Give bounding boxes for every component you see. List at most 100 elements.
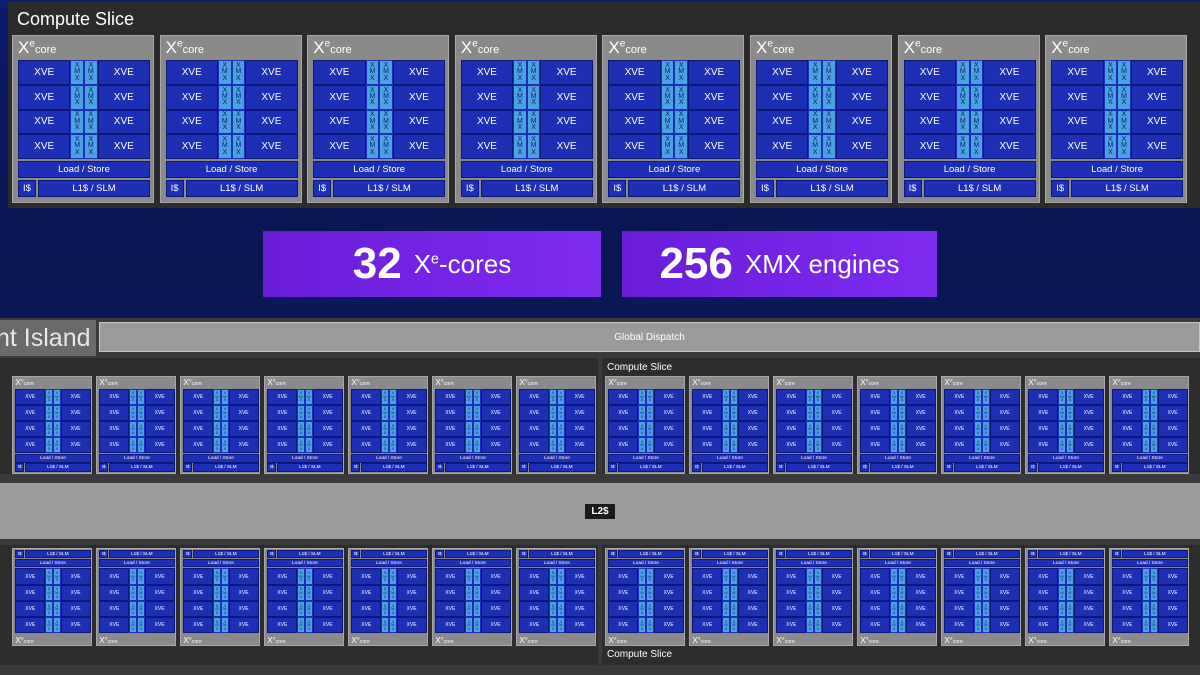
xmx-engine: XMX bbox=[660, 60, 675, 85]
xmx-engine: XMX bbox=[52, 437, 61, 454]
xmx-engine: XMX bbox=[217, 109, 232, 135]
xmx-engine: XMX bbox=[465, 437, 473, 454]
xmx-engine: XMX bbox=[638, 617, 646, 634]
xmx-engine: XMX bbox=[365, 109, 380, 135]
xmx-engine: XMX bbox=[660, 134, 675, 159]
xmx-engine: XMX bbox=[136, 437, 145, 454]
xve-xmx-grid: XVE X M X X M X XVE XVE X M X X M X XVE XVE X M X X M X XVE XVE X… bbox=[351, 568, 427, 634]
xve-unit: XVE bbox=[905, 437, 936, 454]
load-store-unit: Load / Store bbox=[267, 559, 343, 568]
xve-unit: XVE bbox=[183, 568, 214, 585]
xmx-engine: XMX bbox=[955, 134, 970, 159]
load-store-unit: Load / Store bbox=[99, 559, 175, 568]
xve-unit: XVE bbox=[245, 134, 298, 159]
xmx-engine: XMX bbox=[297, 437, 305, 454]
xve-unit: XVE bbox=[97, 134, 150, 159]
xmx-engine: XMX bbox=[129, 600, 137, 618]
load-store-unit: Load / Store bbox=[351, 454, 427, 463]
xve-unit: XVE bbox=[776, 388, 807, 405]
xmx-engine: XMX bbox=[813, 388, 822, 405]
l1-cache-slm: L1$ / SLM bbox=[870, 463, 936, 472]
xve-xmx-grid: XVE X M X X M X XVE XVE X M X X M X XVE XVE X M X X M X XVE XVE X… bbox=[435, 388, 511, 454]
xmx-engine: XMX bbox=[974, 388, 982, 405]
instruction-cache: I$ bbox=[776, 550, 786, 559]
xmx-engine: XMX bbox=[472, 437, 481, 454]
xve-unit: XVE bbox=[228, 404, 259, 421]
xe-core-label: Xecore bbox=[435, 377, 454, 387]
xmx-engine: XMX bbox=[513, 134, 527, 159]
xmx-engine: XMX bbox=[890, 404, 898, 421]
xve-unit: XVE bbox=[1028, 404, 1059, 421]
xmx-engine: XMX bbox=[1103, 84, 1118, 110]
xmx-engine: XMX bbox=[465, 388, 473, 405]
l1-cache-slm: L1$ / SLM bbox=[1122, 550, 1188, 559]
xmx-engine: XMX bbox=[472, 568, 481, 585]
xve-unit: XVE bbox=[1130, 134, 1184, 159]
load-store-unit: Load / Store bbox=[944, 559, 1020, 568]
xmx-engine: XMX bbox=[1103, 109, 1118, 135]
xve-unit: XVE bbox=[144, 420, 175, 438]
instruction-cache: I$ bbox=[608, 550, 618, 559]
xve-unit: XVE bbox=[60, 437, 91, 454]
xmx-engine: XMX bbox=[526, 109, 541, 135]
xve-unit: XVE bbox=[835, 134, 888, 159]
xve-unit: XVE bbox=[312, 437, 343, 454]
xve-unit: XVE bbox=[165, 84, 218, 110]
xve-unit: XVE bbox=[99, 388, 130, 405]
xve-unit: XVE bbox=[480, 404, 511, 421]
xve-unit: XVE bbox=[564, 404, 595, 421]
xve-unit: XVE bbox=[396, 600, 427, 618]
xve-unit: XVE bbox=[688, 109, 741, 135]
xve-unit: XVE bbox=[165, 109, 218, 135]
xmx-engine: XMX bbox=[645, 388, 654, 405]
xve-xmx-grid: XVE X M X X M X XVE XVE X M X X M X XVE XVE X M X X M X XVE XVE X… bbox=[776, 388, 852, 454]
load-store-unit: Load / Store bbox=[99, 454, 175, 463]
xve-unit: XVE bbox=[776, 600, 807, 618]
xmx-engine: XMX bbox=[213, 420, 221, 438]
xve-unit: XVE bbox=[776, 617, 807, 634]
xmx-engine: XMX bbox=[513, 60, 527, 85]
xmx-engines-count: 256 bbox=[659, 239, 733, 288]
xmx-engine: XMX bbox=[969, 60, 984, 85]
xmx-engine: XMX bbox=[897, 437, 906, 454]
xmx-engine: XMX bbox=[969, 84, 984, 110]
xmx-engine: XMX bbox=[1149, 584, 1158, 601]
xve-unit: XVE bbox=[1112, 420, 1143, 438]
xve-unit: XVE bbox=[267, 420, 298, 438]
xve-unit: XVE bbox=[1028, 617, 1059, 634]
load-store-unit: Load / Store bbox=[435, 559, 511, 568]
xmx-engine: XMX bbox=[388, 420, 397, 438]
xmx-engine: XMX bbox=[304, 568, 313, 585]
xve-unit: XVE bbox=[267, 568, 298, 585]
instruction-cache: I$ bbox=[435, 463, 445, 472]
xve-unit: XVE bbox=[756, 109, 809, 135]
xve-unit: XVE bbox=[756, 84, 809, 110]
xve-unit: XVE bbox=[519, 600, 550, 618]
xmx-engine: XMX bbox=[297, 404, 305, 421]
instruction-cache: I$ bbox=[944, 463, 954, 472]
load-store-unit: Load / Store bbox=[165, 161, 298, 178]
xmx-engine: XMX bbox=[808, 84, 822, 110]
xe-core-label: Xecore bbox=[519, 636, 538, 646]
xmx-engine: XMX bbox=[129, 420, 137, 438]
l2-cache: L2$ bbox=[0, 483, 1200, 539]
xmx-engine: XMX bbox=[45, 584, 53, 601]
xmx-engine: XMX bbox=[297, 420, 305, 438]
xmx-engine: XMX bbox=[806, 420, 814, 438]
xve-unit: XVE bbox=[313, 134, 366, 159]
xve-unit: XVE bbox=[183, 437, 214, 454]
xmx-engine: XMX bbox=[556, 404, 565, 421]
xve-unit: XVE bbox=[1157, 388, 1188, 405]
xve-unit: XVE bbox=[776, 568, 807, 585]
xve-unit: XVE bbox=[821, 437, 852, 454]
xve-unit: XVE bbox=[396, 568, 427, 585]
xve-unit: XVE bbox=[245, 84, 298, 110]
xve-unit: XVE bbox=[692, 437, 723, 454]
xe-core: Xecore XVE X M X X M X XVE XVE X M X X M X XVE XVE X M X X M X X… bbox=[773, 376, 853, 474]
instruction-cache: I$ bbox=[15, 550, 25, 559]
xmx-engine: XMX bbox=[304, 617, 313, 634]
xmx-engine: XMX bbox=[556, 617, 565, 634]
xmx-engine: XMX bbox=[549, 584, 557, 601]
load-store-unit: Load / Store bbox=[776, 559, 852, 568]
xve-unit: XVE bbox=[396, 617, 427, 634]
